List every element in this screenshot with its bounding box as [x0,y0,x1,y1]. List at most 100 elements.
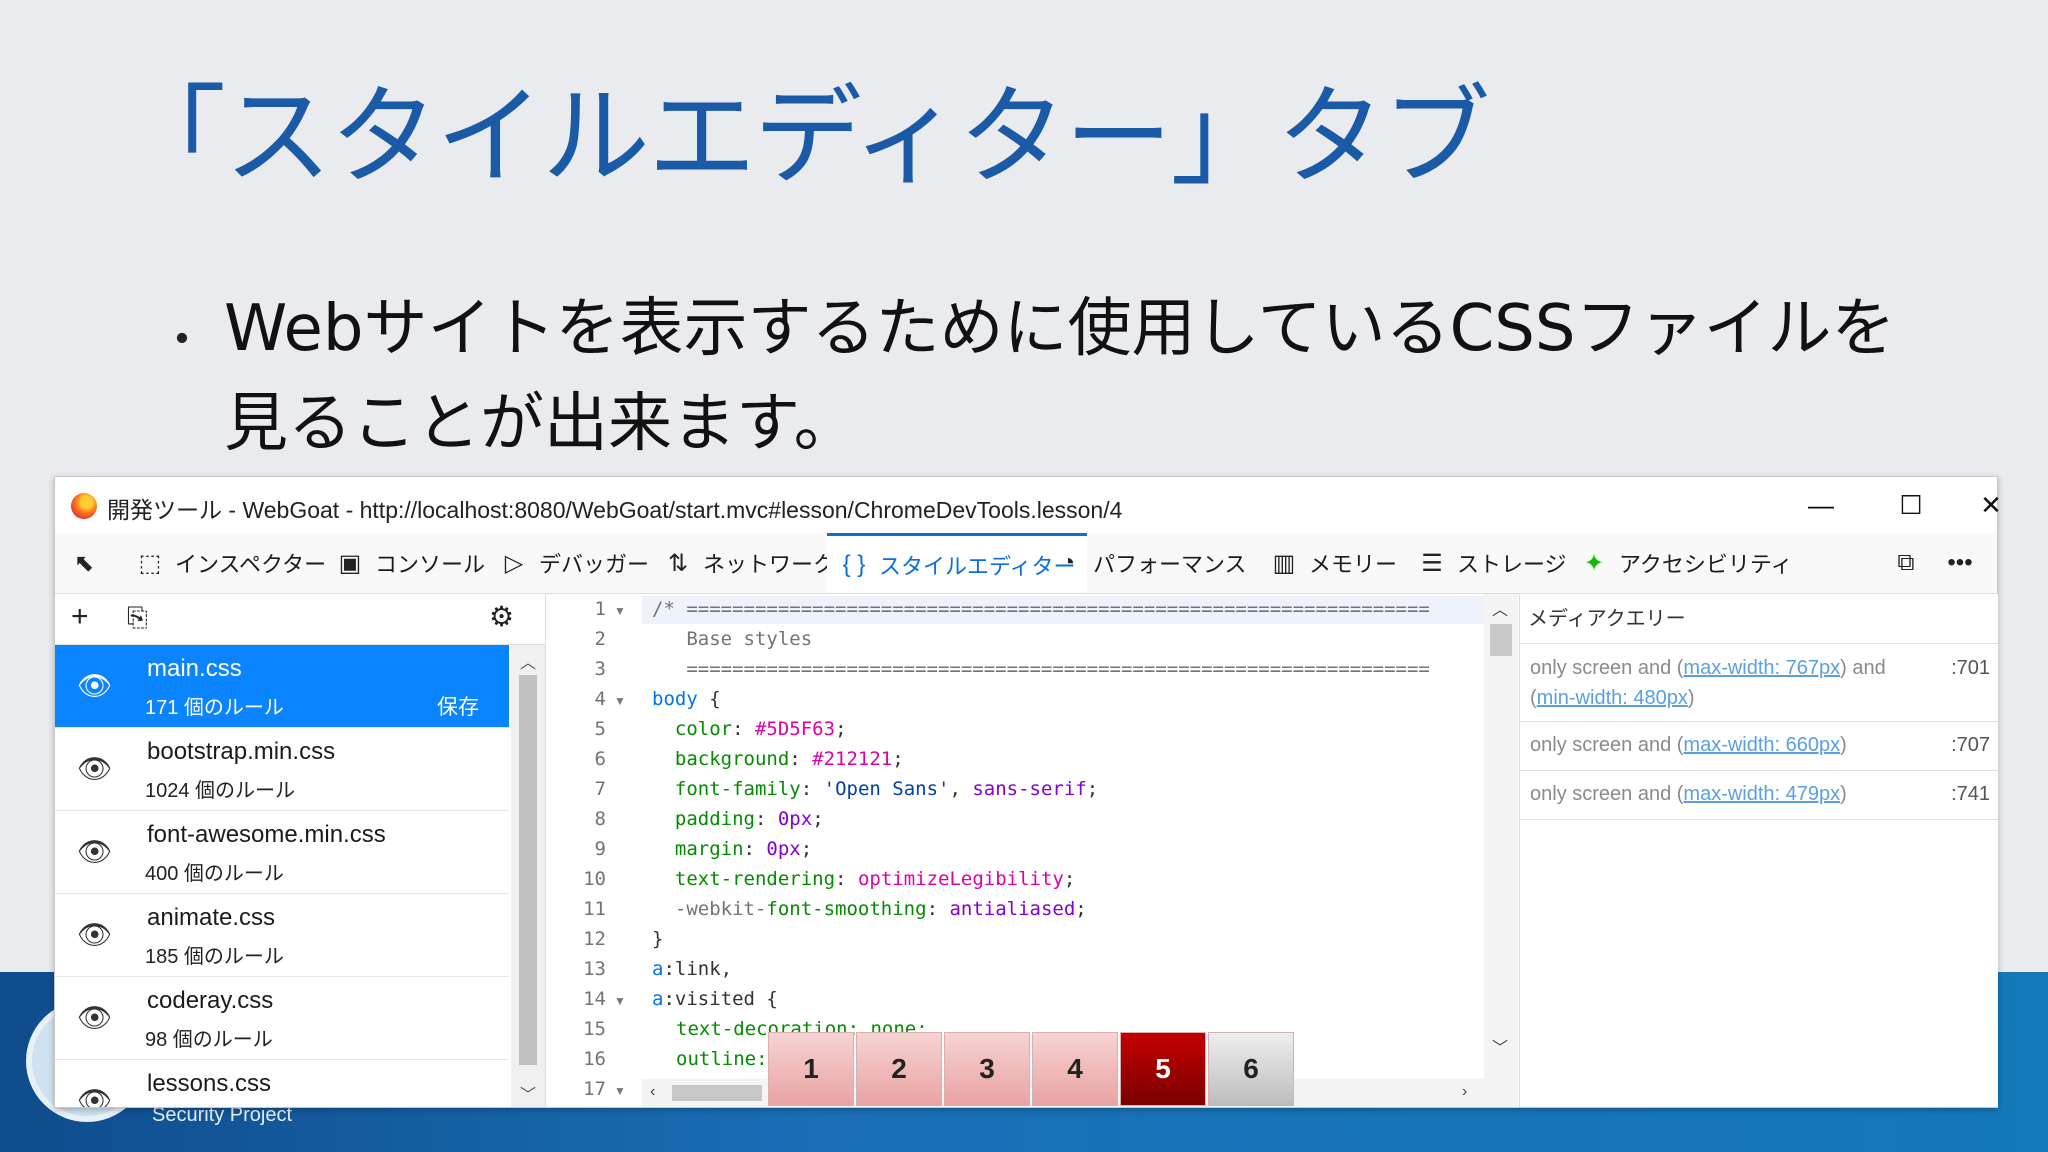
tab-console[interactable]: ▣ コンソール [335,533,485,593]
css-selector: a [652,988,664,1010]
eye-icon[interactable]: 👁 [77,918,113,951]
code-line: background: #212121; [674,748,904,770]
tab-label: デバッガー [539,552,650,577]
media-condition-link[interactable]: max-width: 660px [1683,734,1840,756]
scroll-right-icon[interactable]: › [1462,1083,1467,1101]
tab-style-editor[interactable]: { } スタイルエディター [827,533,1088,593]
page-button-3[interactable]: 3 [944,1032,1030,1106]
rule-count: 171 個のルール [145,697,284,719]
media-query-row[interactable]: only screen and (max-width: 767px) and (… [1520,645,1998,722]
media-line-link[interactable]: :701 [1951,657,1990,680]
fold-arrow-icon[interactable]: ▼ [614,604,626,618]
list-item[interactable]: 👁 lessons.css [55,1060,509,1107]
add-sheet-icon[interactable]: + [71,600,89,634]
scroll-thumb[interactable] [672,1085,762,1101]
media-line-link[interactable]: :707 [1951,734,1990,757]
css-value: antialiased [949,898,1076,920]
code-area[interactable]: /* =====================================… [652,594,1482,1094]
minimize-button[interactable]: — [1791,483,1851,527]
code-editor[interactable]: 1 ▼ 2 3 4 ▼ 5 6 7 8 9 10 11 12 13 14 ▼ 1… [546,594,1576,1107]
responsive-design-button[interactable]: ⧉ [1891,533,1931,593]
scroll-up-icon[interactable]: ︿ [1492,596,1508,620]
tab-network[interactable]: ⇅ ネットワーク [663,533,835,593]
media-query-text: only screen and (max-width: 479px) [1530,783,1847,805]
css-value: optimizeLegibility [857,868,1064,890]
scroll-down-icon[interactable]: ﹀ [1492,1034,1508,1058]
eye-icon[interactable]: 👁 [77,1001,113,1034]
page-number-bar: 1 2 3 4 5 6 [768,1032,1296,1106]
fold-arrow-icon[interactable]: ▼ [614,1084,626,1098]
file-list-scrollbar[interactable]: ︿ ﹀ [511,645,545,1107]
page-button-4[interactable]: 4 [1032,1032,1118,1106]
page-button-1[interactable]: 1 [768,1032,854,1106]
line-number: 7 [594,778,606,800]
file-list: 👁 main.css 171 個のルール 保存 👁 bootstrap.min.… [55,645,509,1107]
scroll-down-icon[interactable]: ﹀ [511,1081,545,1105]
import-sheet-icon[interactable]: ⎘ [127,602,148,634]
network-icon: ⇅ [667,549,689,577]
css-selector: body [652,688,698,710]
style-editor-icon: { } [842,550,866,578]
tab-label: ネットワーク [703,552,836,577]
line-number: 16 [583,1048,606,1070]
fold-arrow-icon[interactable]: ▼ [614,694,626,708]
close-button[interactable]: ✕ [1971,483,2011,527]
responsive-design-icon: ⧉ [1897,549,1915,576]
tab-debugger[interactable]: ▷ デバッガー [499,533,649,593]
tab-label: ストレージ [1457,552,1567,577]
eye-icon[interactable]: 👁 [77,669,113,702]
code-line: /* =====================================… [652,598,1430,620]
more-button[interactable]: ••• [1945,533,1985,593]
list-item[interactable]: 👁 coderay.css 98 個のルール [55,977,509,1060]
pick-element-button[interactable]: ⬉ [69,533,109,593]
tab-accessibility[interactable]: ✦ アクセシビリティ [1579,533,1793,593]
media-condition-link[interactable]: max-width: 479px [1683,783,1840,805]
scroll-up-icon[interactable]: ︿ [511,649,545,673]
save-link[interactable]: 保存 [437,691,479,721]
media-query-text: only screen and (max-width: 660px) [1530,734,1847,756]
memory-icon: ▥ [1272,549,1296,577]
media-query-row[interactable]: only screen and (max-width: 479px) :741 [1520,771,1998,820]
devtools-window: 開発ツール - WebGoat - http://localhost:8080/… [54,476,2002,1108]
list-item[interactable]: 👁 bootstrap.min.css 1024 個のルール [55,728,509,811]
console-icon: ▣ [338,549,362,577]
fold-arrow-icon[interactable]: ▼ [614,994,626,1008]
eye-icon[interactable]: 👁 [77,752,113,785]
tab-inspector[interactable]: ⬚ インスペクター [135,533,326,593]
slide-title: 「スタイルエディター」タブ [118,75,1490,200]
line-number: 3 [594,658,606,680]
css-punctuation: { [697,688,721,710]
rule-count: 98 個のルール [145,1029,273,1051]
list-item[interactable]: 👁 main.css 171 個のルール 保存 [55,645,509,728]
eye-icon[interactable]: 👁 [77,1084,113,1107]
scroll-thumb[interactable] [1490,624,1512,656]
line-number: 10 [583,868,606,890]
line-number: 15 [583,1018,606,1040]
css-pseudo: :visited { [663,988,778,1010]
list-item[interactable]: 👁 animate.css 185 個のルール [55,894,509,977]
css-pseudo: :link, [663,958,733,980]
tab-performance[interactable]: ◔ パフォーマンス [1053,533,1247,593]
line-number: 5 [594,718,606,740]
tab-label: アクセシビリティ [1619,552,1793,577]
page-button-6[interactable]: 6 [1208,1032,1294,1106]
editor-vertical-scrollbar[interactable]: ︿ ﹀ [1484,594,1518,1107]
list-item[interactable]: 👁 font-awesome.min.css 400 個のルール [55,811,509,894]
css-value: 0px [777,808,813,830]
file-name: main.css [147,655,242,682]
page-button-5[interactable]: 5 [1120,1032,1206,1106]
line-number: 8 [594,808,606,830]
scroll-thumb[interactable] [519,675,537,1065]
eye-icon[interactable]: 👁 [77,835,113,868]
scroll-left-icon[interactable]: ‹ [650,1083,655,1101]
settings-gear-icon[interactable]: ⚙ [489,600,514,633]
css-property: margin [674,838,744,860]
media-condition-link[interactable]: max-width: 767px [1683,657,1840,679]
media-condition-link[interactable]: min-width: 480px [1537,687,1688,709]
tab-storage[interactable]: ☰ ストレージ [1417,533,1567,593]
media-query-row[interactable]: only screen and (max-width: 660px) :707 [1520,722,1998,771]
page-button-2[interactable]: 2 [856,1032,942,1106]
maximize-button[interactable]: ☐ [1881,483,1941,527]
media-line-link[interactable]: :741 [1951,783,1990,806]
tab-memory[interactable]: ▥ メモリー [1269,533,1397,593]
